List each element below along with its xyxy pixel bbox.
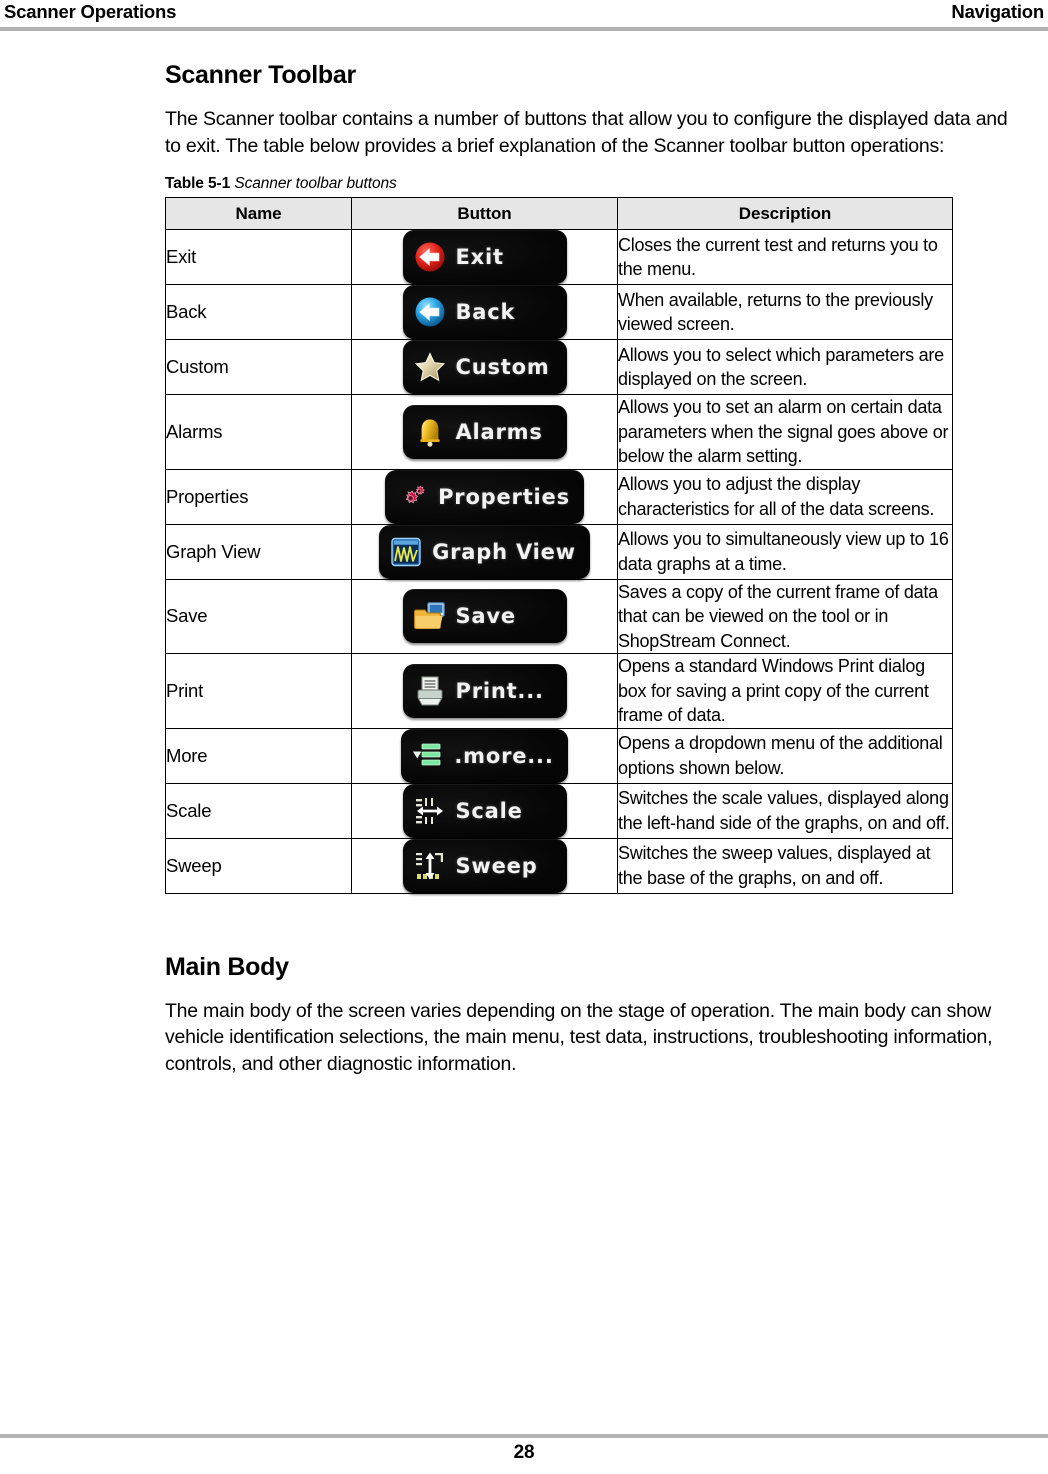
scale-button[interactable]: Scale [402, 783, 567, 838]
page-content: Scanner Toolbar The Scanner toolbar cont… [165, 48, 1023, 1077]
table-row: Exit Exit Closes the current test and re… [165, 229, 953, 285]
alarms-button[interactable]: Alarms [402, 404, 567, 459]
main-body-paragraph: The main body of the screen varies depen… [165, 999, 993, 1075]
scanner-toolbar-table: Name Button Description Exit Exit Closes… [165, 197, 953, 894]
folder-screen-icon [413, 602, 445, 630]
row-description: Allows you to set an alarm on certain da… [617, 394, 953, 470]
page-number: 28 [513, 1442, 535, 1463]
row-button-cell: Properties [351, 468, 618, 525]
row-name: Exit [165, 229, 352, 285]
table-row: Graph View Graph View Allows you to simu… [165, 523, 953, 580]
waveform-window-icon [391, 537, 421, 566]
exit-button[interactable]: Exit [402, 230, 567, 284]
save-button-label: Save [455, 604, 516, 629]
sweep-button-label: Sweep [455, 853, 538, 878]
table-caption-label: Table 5-1 [165, 175, 231, 192]
star-icon [414, 352, 445, 382]
row-button-cell: Sweep [351, 837, 618, 894]
row-button-cell: Exit [351, 229, 618, 285]
row-description: Closes the current test and returns you … [617, 229, 953, 285]
horizontal-scale-arrow-icon [415, 797, 443, 824]
dropdown-bars-icon [413, 743, 441, 765]
table-row: Properties Properties Allows you to adju… [165, 468, 953, 525]
header-left-text: Scanner Operations [4, 1, 177, 22]
custom-button-label: Custom [455, 355, 550, 379]
row-button-cell: Scale [351, 782, 618, 839]
row-name: Graph View [165, 523, 352, 580]
column-header-name: Name [165, 197, 352, 230]
row-name: More [165, 727, 352, 784]
running-header: Scanner Operations Navigation [0, 0, 1048, 30]
row-description: When available, returns to the previousl… [617, 284, 953, 340]
custom-button[interactable]: Custom [402, 340, 567, 394]
scale-button-label: Scale [455, 798, 523, 823]
print-button[interactable]: Print... [402, 663, 567, 718]
back-button-label: Back [455, 300, 516, 324]
row-description: Allows you to select which parameters ar… [617, 339, 953, 395]
print-button-label: Print... [455, 678, 544, 703]
more-button[interactable]: .more... [401, 728, 568, 783]
row-button-cell: Custom [351, 339, 618, 395]
more-button-label: .more... [454, 743, 554, 768]
table-row: Scale Scale Switches the scale values, d… [165, 782, 953, 839]
table-row: Print Print... Opens a standard Windows … [165, 653, 953, 729]
main-body-title: Main Body [165, 952, 289, 981]
back-button[interactable]: Back [402, 285, 567, 339]
row-description: Saves a copy of the current frame of dat… [617, 578, 953, 654]
row-name: Sweep [165, 837, 352, 894]
table-row: Sweep Sweep Switches the sweep values, d… [165, 837, 953, 894]
properties-button[interactable]: Properties [385, 469, 584, 524]
row-button-cell: Print... [351, 653, 618, 729]
row-description: Switches the scale values, displayed alo… [617, 782, 953, 839]
row-description: Opens a standard Windows Print dialog bo… [617, 653, 953, 729]
table-row: Save Save Saves a copy of the current fr… [165, 578, 953, 654]
row-name: Save [165, 578, 352, 654]
table-row: More .more... Opens a dropdown menu of t… [165, 727, 953, 784]
page-title: Scanner Toolbar [165, 61, 356, 89]
table-row: Back Back When available, returns to the… [165, 284, 953, 340]
row-name: Back [165, 284, 352, 340]
row-description: Switches the sweep values, displayed at … [617, 837, 953, 894]
graph-view-button[interactable]: Graph View [379, 524, 590, 579]
row-name: Print [165, 653, 352, 729]
vertical-sweep-arrow-icon [415, 852, 443, 879]
sweep-button[interactable]: Sweep [402, 838, 567, 893]
row-button-cell: Alarms [351, 394, 618, 470]
printer-icon [417, 676, 442, 706]
bell-icon [419, 419, 440, 447]
row-name: Alarms [165, 394, 352, 470]
table-body: Exit Exit Closes the current test and re… [165, 229, 953, 894]
column-header-button: Button [351, 197, 618, 230]
intro-paragraph: The Scanner toolbar contains a number of… [165, 108, 1008, 157]
table-row: Alarms Alarms Allows you to set an alarm… [165, 394, 953, 470]
blue-circle-left-arrow-icon [415, 297, 444, 327]
properties-button-label: Properties [438, 484, 570, 509]
header-rule [0, 27, 1048, 31]
save-button[interactable]: Save [402, 589, 567, 644]
row-button-cell: .more... [351, 727, 618, 784]
row-description: Allows you to adjust the display charact… [617, 468, 953, 525]
column-header-description: Description [617, 197, 953, 230]
row-name: Custom [165, 339, 352, 395]
red-circle-left-arrow-icon [415, 242, 444, 272]
row-name: Scale [165, 782, 352, 839]
row-description: Opens a dropdown menu of the additional … [617, 727, 953, 784]
row-description: Allows you to simultaneously view up to … [617, 523, 953, 580]
row-name: Properties [165, 468, 352, 525]
gears-icon [405, 485, 425, 503]
table-row: Custom Custom Allows you to select which… [165, 339, 953, 395]
row-button-cell: Graph View [351, 523, 618, 580]
footer-rule [0, 1434, 1048, 1438]
row-button-cell: Save [351, 578, 618, 654]
alarms-button-label: Alarms [455, 419, 543, 444]
exit-button-label: Exit [455, 245, 504, 269]
table-caption: Table 5-1 Scanner toolbar buttons [165, 175, 1023, 193]
graph-view-button-label: Graph View [432, 539, 576, 564]
table-caption-title: Scanner toolbar buttons [234, 175, 397, 192]
table-header-row: Name Button Description [165, 197, 953, 230]
row-button-cell: Back [351, 284, 618, 340]
header-right-text: Navigation [951, 1, 1044, 22]
